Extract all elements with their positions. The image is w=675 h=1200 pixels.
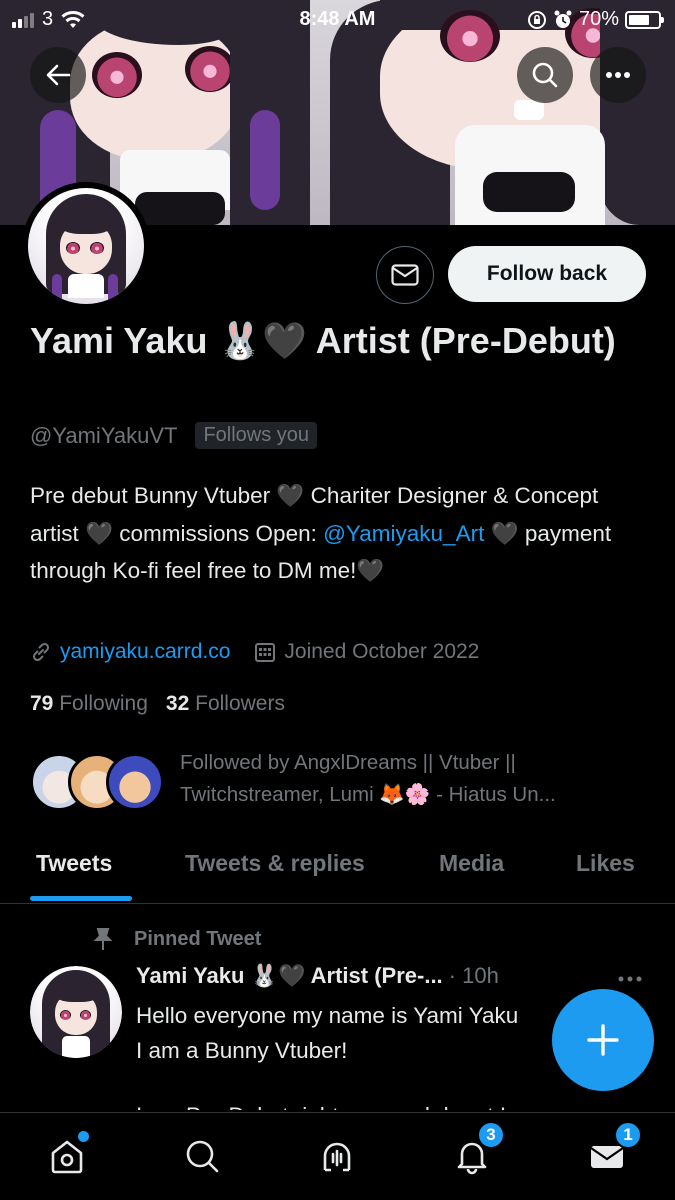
bio-mention-link[interactable]: @Yamiyaku_Art (323, 521, 484, 546)
more-dots-icon (606, 72, 630, 78)
followers-link[interactable]: 32 Followers (166, 692, 285, 716)
message-button[interactable] (376, 246, 434, 304)
messages-badge: 1 (614, 1121, 642, 1149)
more-dots-icon (618, 976, 642, 982)
more-options-button[interactable] (590, 47, 646, 103)
orientation-lock-icon (527, 10, 546, 29)
calendar-icon (255, 643, 276, 662)
follow-counts: 79 Following 32 Followers (30, 692, 285, 716)
mutual-avatars (30, 753, 170, 813)
battery-icon (625, 10, 664, 29)
active-tab-indicator (30, 896, 132, 901)
tweet-more-button[interactable] (618, 962, 642, 988)
nav-search[interactable] (177, 1131, 227, 1181)
display-name: Yami Yaku 🐰🖤 Artist (Pre-Debut) (30, 320, 616, 361)
followed-by-row[interactable]: Followed by AngxlDreams || Vtuber || Twi… (30, 745, 650, 815)
profile-avatar[interactable] (22, 182, 150, 310)
tweet-header: Yami Yaku 🐰🖤 Artist (Pre-... · 10h (136, 963, 656, 989)
nav-spaces[interactable] (312, 1131, 362, 1181)
joined-date: Joined October 2022 (284, 640, 480, 663)
followers-count: 32 (165, 692, 190, 715)
nav-home[interactable] (42, 1131, 92, 1181)
user-handle: @YamiYakuVT (30, 422, 178, 448)
profile-bio: Pre debut Bunny Vtuber 🖤 Chariter Design… (30, 477, 650, 590)
search-button[interactable] (517, 47, 573, 103)
pinned-label-row: Pinned Tweet (90, 926, 261, 952)
pinned-label: Pinned Tweet (134, 927, 262, 950)
nav-notifications[interactable]: 3 (447, 1121, 505, 1181)
home-new-indicator (78, 1131, 89, 1142)
following-label: Following (59, 692, 148, 715)
tweet-avatar[interactable] (30, 966, 122, 1058)
tweet-author[interactable]: Yami Yaku 🐰🖤 Artist (Pre-... (136, 963, 443, 989)
spaces-microphone-icon (323, 1142, 351, 1172)
battery-percent: 70% (578, 8, 619, 30)
tab-media[interactable]: Media (439, 850, 504, 877)
tab-tweets[interactable]: Tweets (36, 850, 112, 877)
back-button[interactable] (30, 47, 86, 103)
follows-you-badge: Follows you (195, 422, 318, 449)
following-count: 79 (30, 692, 54, 715)
back-arrow-icon (46, 64, 71, 86)
follow-back-button[interactable]: Follow back (448, 246, 646, 302)
link-icon (32, 642, 50, 662)
website-link[interactable]: yamiyaku.carrd.co (60, 640, 230, 664)
followed-by-text: Followed by AngxlDreams || Vtuber || Twi… (180, 751, 556, 806)
tab-likes[interactable]: Likes (576, 850, 635, 877)
plus-icon (587, 1024, 619, 1056)
tweet-time: · 10h (448, 963, 499, 988)
search-icon (186, 1140, 219, 1173)
nav-messages[interactable]: 1 (582, 1121, 642, 1181)
following-link[interactable]: 79 Following (30, 692, 148, 716)
notifications-badge: 3 (477, 1121, 505, 1149)
handle-row: @YamiYakuVT Follows you (30, 422, 318, 449)
home-icon (51, 1140, 83, 1174)
tweet-line: I am Pre-Debut right now and do art I (136, 1098, 646, 1110)
profile-meta: yamiyaku.carrd.co Joined October 2022 (30, 640, 479, 664)
followers-label: Followers (195, 692, 285, 715)
mutual-avatar (106, 753, 164, 811)
tab-tweets-replies[interactable]: Tweets & replies (185, 850, 365, 877)
envelope-icon (391, 264, 419, 286)
bottom-navigation: 3 1 (0, 1112, 675, 1200)
search-icon (532, 62, 558, 88)
profile-tabs: Tweets Tweets & replies Media Likes (0, 838, 675, 904)
pin-icon (93, 928, 113, 950)
alarm-icon (554, 10, 572, 28)
status-bar: 3 8:48 AM 70% (0, 0, 675, 38)
compose-tweet-button[interactable] (552, 989, 654, 1091)
